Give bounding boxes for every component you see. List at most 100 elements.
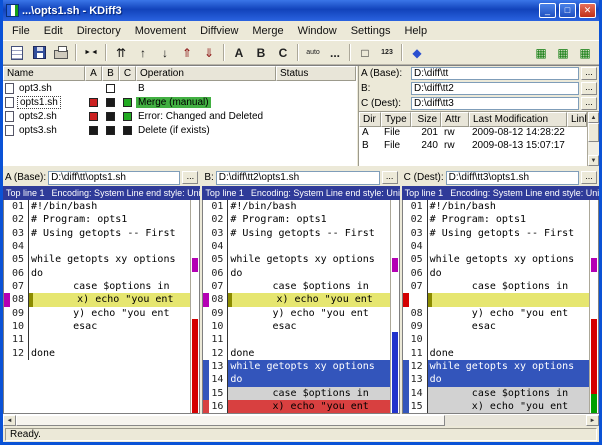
code-line[interactable]: 03# Using getopts -- First [4,227,190,240]
code-line[interactable]: 11done [403,347,589,360]
horizontal-scrollbar[interactable]: ◄ ► [3,414,599,426]
print-button[interactable] [50,42,72,63]
code-line[interactable]: 10 esac [203,320,389,333]
operation-cell[interactable]: Error: Changed and Deleted [136,109,276,123]
column-header-b[interactable]: B [102,66,119,81]
pane-a-code-area[interactable]: 01#!/bin/bash02# Program: opts103# Using… [4,200,190,413]
go-next-conflict-button[interactable]: ⇓ [198,42,220,63]
menu-directory[interactable]: Directory [70,23,128,39]
code-line[interactable]: 10 esac [4,320,190,333]
pane-c-overview-column[interactable] [589,200,598,413]
code-line[interactable]: 09 y) echo "you ent [203,307,389,320]
info-column-header-last-modification[interactable]: Last Modification [469,112,567,127]
operation-cell[interactable]: Merge (manual) [136,95,276,109]
show-window-b-button[interactable]: ▦ [552,42,574,63]
info-column-header-link-destination[interactable]: Link-Destination [567,112,587,127]
save-button[interactable] [28,42,50,63]
browse-button[interactable]: ... [581,67,597,80]
code-line[interactable]: 09 y) echo "you ent [4,307,190,320]
operation-cell[interactable]: B [136,81,276,95]
show-line-numbers-button[interactable]: 123 [376,42,398,63]
auto-advance-button[interactable]: auto [302,42,324,63]
code-line[interactable]: 07 case $options in [403,280,589,293]
code-line[interactable]: 15 x) echo "you ent [403,400,589,413]
select-line-c-button[interactable]: C [272,42,294,63]
code-line[interactable]: 15 case $options in [203,387,389,400]
code-line[interactable]: 14do [203,373,389,386]
column-header-a[interactable]: A [85,66,102,81]
code-line[interactable]: 04 [203,240,389,253]
split-view-button[interactable]: ◆ [406,42,428,63]
code-line[interactable]: 05while getopts xy options [403,253,589,266]
menu-diffview[interactable]: Diffview [193,23,245,39]
select-line-a-button[interactable]: A [228,42,250,63]
info-vertical-scrollbar[interactable]: ▲ ▼ [587,112,599,166]
info-column-header-type[interactable]: Type [381,112,411,127]
info-column-header-size[interactable]: Size [411,112,441,127]
code-line[interactable]: 13while getopts xy options [203,360,389,373]
go-prev-delta-button[interactable]: ↑ [132,42,154,63]
pane-b-code-area[interactable]: 01#!/bin/bash02# Program: opts103# Using… [203,200,389,413]
menu-edit[interactable]: Edit [37,23,70,39]
pane-b-path-input[interactable]: D:\diff\tt2\opts1.sh [216,171,380,185]
code-line[interactable]: 01#!/bin/bash [4,200,190,213]
code-line[interactable]: 07 case $options in [203,280,389,293]
pane-b-overview-column[interactable] [390,200,399,413]
scroll-right-icon[interactable]: ► [586,415,599,426]
column-header-operation[interactable]: Operation [136,66,276,81]
path-input[interactable]: D:\diff\tt3 [411,97,579,110]
menu-window[interactable]: Window [291,23,344,39]
code-line[interactable]: 07 case $options in [4,280,190,293]
file-row[interactable]: opts2.shError: Changed and Deleted [3,109,356,123]
menu-file[interactable]: File [5,23,37,39]
select-line-b-button[interactable]: B [250,42,272,63]
browse-button[interactable]: ... [581,82,597,95]
code-line[interactable]: 13do [403,373,589,386]
code-line[interactable]: 05while getopts xy options [203,253,389,266]
code-line[interactable]: 04 [403,240,589,253]
code-line[interactable]: 02# Program: opts1 [4,213,190,226]
scrollbar-thumb[interactable] [588,123,599,142]
code-line[interactable]: 08 x) echo "you ent [4,293,190,306]
pane-c-code-area[interactable]: 01#!/bin/bash02# Program: opts103# Using… [403,200,589,413]
go-prev-conflict-button[interactable]: ⇑ [176,42,198,63]
scrollbar-thumb[interactable] [16,415,445,426]
go-first-delta-button[interactable]: ⇈ [110,42,132,63]
code-line[interactable]: 12done [4,347,190,360]
open-file-button[interactable] [6,42,28,63]
code-line[interactable]: 11 [4,333,190,346]
column-header-c[interactable]: C [119,66,136,81]
show-whitespace-button[interactable]: □ [354,42,376,63]
pane-a-overview-column[interactable] [190,200,199,413]
file-row[interactable]: opt3.shB [3,81,356,95]
maximize-button[interactable]: □ [559,3,576,18]
show-window-a-button[interactable]: ▦ [530,42,552,63]
column-header-name[interactable]: Name [3,66,85,81]
browse-button[interactable]: ... [581,97,597,110]
info-table-row[interactable]: BFile240rw2009-08-13 15:07:17 [359,140,587,153]
menu-settings[interactable]: Settings [344,23,398,39]
minimize-button[interactable]: _ [539,3,556,18]
code-line[interactable] [403,293,589,306]
scrollbar-track[interactable] [445,415,586,426]
code-line[interactable]: 16 x) echo "you ent [203,400,389,413]
code-line[interactable]: 02# Program: opts1 [203,213,389,226]
code-line[interactable]: 10 [403,333,589,346]
scrollbar-track[interactable] [588,123,599,155]
code-line[interactable]: 06do [4,267,190,280]
operation-cell[interactable]: Delete (if exists) [136,123,276,137]
code-line[interactable]: 08 x) echo "you ent [203,293,389,306]
merge-options-button[interactable]: ... [324,42,346,63]
code-line[interactable]: 04 [4,240,190,253]
code-line[interactable]: 12done [203,347,389,360]
code-line[interactable]: 03# Using getopts -- First [203,227,389,240]
info-column-header-attr[interactable]: Attr [441,112,469,127]
pane-a-browse-button[interactable]: ... [182,171,198,184]
code-line[interactable]: 09 esac [403,320,589,333]
go-current-delta-button[interactable]: ►◄ [80,42,102,63]
pane-c-browse-button[interactable]: ... [581,171,597,184]
path-input[interactable]: D:\diff\tt [411,67,579,80]
title-bar[interactable]: ...\opts1.sh - KDiff3 _ □ ✕ [3,0,599,21]
info-table-row[interactable]: AFile201rw2009-08-12 14:28:22 [359,127,587,140]
code-line[interactable]: 02# Program: opts1 [403,213,589,226]
